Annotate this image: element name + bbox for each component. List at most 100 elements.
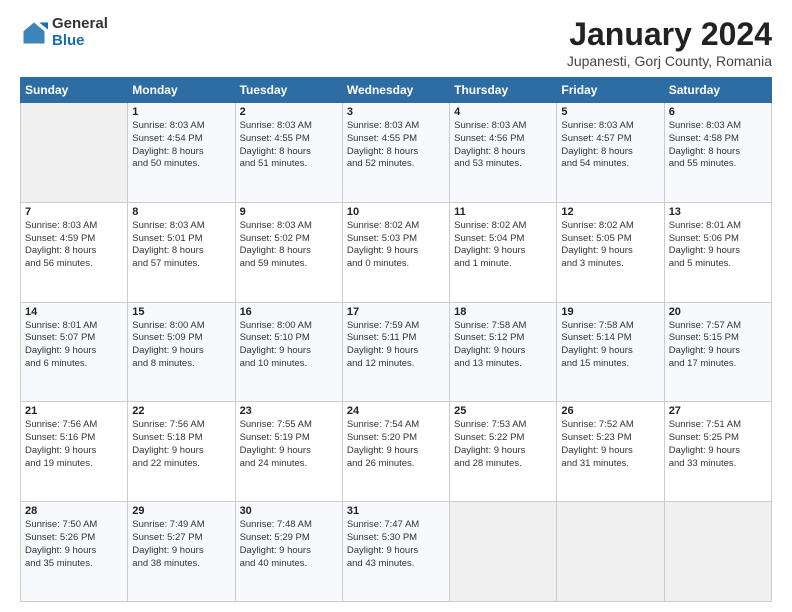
cell-info-line: Sunset: 5:06 PM [669, 233, 767, 246]
calendar-cell: 7Sunrise: 8:03 AMSunset: 4:59 PMDaylight… [21, 202, 128, 302]
cell-info-line: Sunset: 5:20 PM [347, 432, 445, 445]
cell-info-line: Daylight: 9 hours [669, 445, 767, 458]
cell-info-line: Sunrise: 7:52 AM [561, 419, 659, 432]
cell-info-line: Daylight: 8 hours [347, 146, 445, 159]
day-number: 16 [240, 306, 338, 318]
cell-info-line: Daylight: 9 hours [347, 445, 445, 458]
cell-info-line: Daylight: 9 hours [240, 545, 338, 558]
weekday-header-thursday: Thursday [450, 78, 557, 103]
calendar: SundayMondayTuesdayWednesdayThursdayFrid… [20, 77, 772, 602]
weekday-header-saturday: Saturday [664, 78, 771, 103]
day-number: 5 [561, 106, 659, 118]
cell-info-line: Sunrise: 8:00 AM [240, 320, 338, 333]
day-number: 26 [561, 405, 659, 417]
calendar-cell: 30Sunrise: 7:48 AMSunset: 5:29 PMDayligh… [235, 502, 342, 602]
cell-info-line: and 24 minutes. [240, 458, 338, 471]
day-number: 8 [132, 206, 230, 218]
cell-info-line: and 31 minutes. [561, 458, 659, 471]
day-number: 12 [561, 206, 659, 218]
cell-info-line: Daylight: 8 hours [240, 146, 338, 159]
weekday-header-row: SundayMondayTuesdayWednesdayThursdayFrid… [21, 78, 772, 103]
cell-info-line: Sunrise: 7:57 AM [669, 320, 767, 333]
cell-info-line: and 59 minutes. [240, 258, 338, 271]
cell-info-line: and 43 minutes. [347, 558, 445, 571]
cell-info-line: Daylight: 9 hours [132, 345, 230, 358]
calendar-cell: 12Sunrise: 8:02 AMSunset: 5:05 PMDayligh… [557, 202, 664, 302]
cell-info-line: and 13 minutes. [454, 358, 552, 371]
day-number: 17 [347, 306, 445, 318]
cell-info-line: Sunrise: 8:03 AM [561, 120, 659, 133]
calendar-cell: 8Sunrise: 8:03 AMSunset: 5:01 PMDaylight… [128, 202, 235, 302]
cell-info-line: Daylight: 9 hours [561, 245, 659, 258]
day-number: 1 [132, 106, 230, 118]
cell-info-line: Daylight: 9 hours [240, 445, 338, 458]
calendar-cell: 22Sunrise: 7:56 AMSunset: 5:18 PMDayligh… [128, 402, 235, 502]
calendar-cell: 4Sunrise: 8:03 AMSunset: 4:56 PMDaylight… [450, 103, 557, 203]
cell-info-line: Daylight: 9 hours [561, 345, 659, 358]
cell-info-line: Daylight: 9 hours [347, 345, 445, 358]
cell-info-line: and 15 minutes. [561, 358, 659, 371]
day-number: 6 [669, 106, 767, 118]
cell-info-line: and 54 minutes. [561, 158, 659, 171]
calendar-cell: 9Sunrise: 8:03 AMSunset: 5:02 PMDaylight… [235, 202, 342, 302]
cell-info-line: Daylight: 9 hours [454, 345, 552, 358]
day-number: 10 [347, 206, 445, 218]
day-number: 31 [347, 505, 445, 517]
cell-info-line: and 22 minutes. [132, 458, 230, 471]
cell-info-line: and 52 minutes. [347, 158, 445, 171]
calendar-week-2: 7Sunrise: 8:03 AMSunset: 4:59 PMDaylight… [21, 202, 772, 302]
calendar-cell: 16Sunrise: 8:00 AMSunset: 5:10 PMDayligh… [235, 302, 342, 402]
day-number: 14 [25, 306, 123, 318]
cell-info-line: Sunset: 5:09 PM [132, 332, 230, 345]
calendar-cell: 13Sunrise: 8:01 AMSunset: 5:06 PMDayligh… [664, 202, 771, 302]
day-number: 25 [454, 405, 552, 417]
cell-info-line: Daylight: 9 hours [669, 345, 767, 358]
cell-info-line: Sunrise: 8:03 AM [132, 220, 230, 233]
day-number: 2 [240, 106, 338, 118]
cell-info-line: Sunrise: 7:56 AM [25, 419, 123, 432]
cell-info-line: Sunrise: 8:00 AM [132, 320, 230, 333]
weekday-header-tuesday: Tuesday [235, 78, 342, 103]
cell-info-line: Sunrise: 7:51 AM [669, 419, 767, 432]
cell-info-line: Sunset: 5:01 PM [132, 233, 230, 246]
cell-info-line: Sunrise: 7:59 AM [347, 320, 445, 333]
calendar-cell: 3Sunrise: 8:03 AMSunset: 4:55 PMDaylight… [342, 103, 449, 203]
day-number: 3 [347, 106, 445, 118]
cell-info-line: Sunset: 5:11 PM [347, 332, 445, 345]
cell-info-line: Sunrise: 8:03 AM [347, 120, 445, 133]
cell-info-line: Sunset: 5:30 PM [347, 532, 445, 545]
calendar-cell: 2Sunrise: 8:03 AMSunset: 4:55 PMDaylight… [235, 103, 342, 203]
cell-info-line: Sunrise: 7:47 AM [347, 519, 445, 532]
header: General Blue January 2024 Jupanesti, Gor… [20, 16, 772, 69]
cell-info-line: and 3 minutes. [561, 258, 659, 271]
calendar-week-4: 21Sunrise: 7:56 AMSunset: 5:16 PMDayligh… [21, 402, 772, 502]
cell-info-line: and 51 minutes. [240, 158, 338, 171]
cell-info-line: Sunset: 5:19 PM [240, 432, 338, 445]
day-number: 19 [561, 306, 659, 318]
logo-icon [20, 19, 48, 47]
calendar-cell: 10Sunrise: 8:02 AMSunset: 5:03 PMDayligh… [342, 202, 449, 302]
cell-info-line: Sunset: 5:27 PM [132, 532, 230, 545]
cell-info-line: and 6 minutes. [25, 358, 123, 371]
calendar-cell: 29Sunrise: 7:49 AMSunset: 5:27 PMDayligh… [128, 502, 235, 602]
day-number: 18 [454, 306, 552, 318]
calendar-cell: 14Sunrise: 8:01 AMSunset: 5:07 PMDayligh… [21, 302, 128, 402]
cell-info-line: and 5 minutes. [669, 258, 767, 271]
logo-text: General Blue [52, 16, 108, 49]
calendar-cell: 11Sunrise: 8:02 AMSunset: 5:04 PMDayligh… [450, 202, 557, 302]
cell-info-line: Daylight: 9 hours [132, 545, 230, 558]
cell-info-line: Sunrise: 8:03 AM [240, 120, 338, 133]
cell-info-line: Daylight: 9 hours [240, 345, 338, 358]
day-number: 24 [347, 405, 445, 417]
cell-info-line: Sunrise: 8:03 AM [132, 120, 230, 133]
cell-info-line: Sunrise: 8:01 AM [25, 320, 123, 333]
cell-info-line: and 53 minutes. [454, 158, 552, 171]
cell-info-line: Daylight: 9 hours [561, 445, 659, 458]
day-number: 30 [240, 505, 338, 517]
calendar-week-3: 14Sunrise: 8:01 AMSunset: 5:07 PMDayligh… [21, 302, 772, 402]
logo-blue-text: Blue [52, 33, 108, 50]
cell-info-line: Sunrise: 7:56 AM [132, 419, 230, 432]
cell-info-line: and 26 minutes. [347, 458, 445, 471]
cell-info-line: Daylight: 9 hours [347, 545, 445, 558]
calendar-cell: 1Sunrise: 8:03 AMSunset: 4:54 PMDaylight… [128, 103, 235, 203]
